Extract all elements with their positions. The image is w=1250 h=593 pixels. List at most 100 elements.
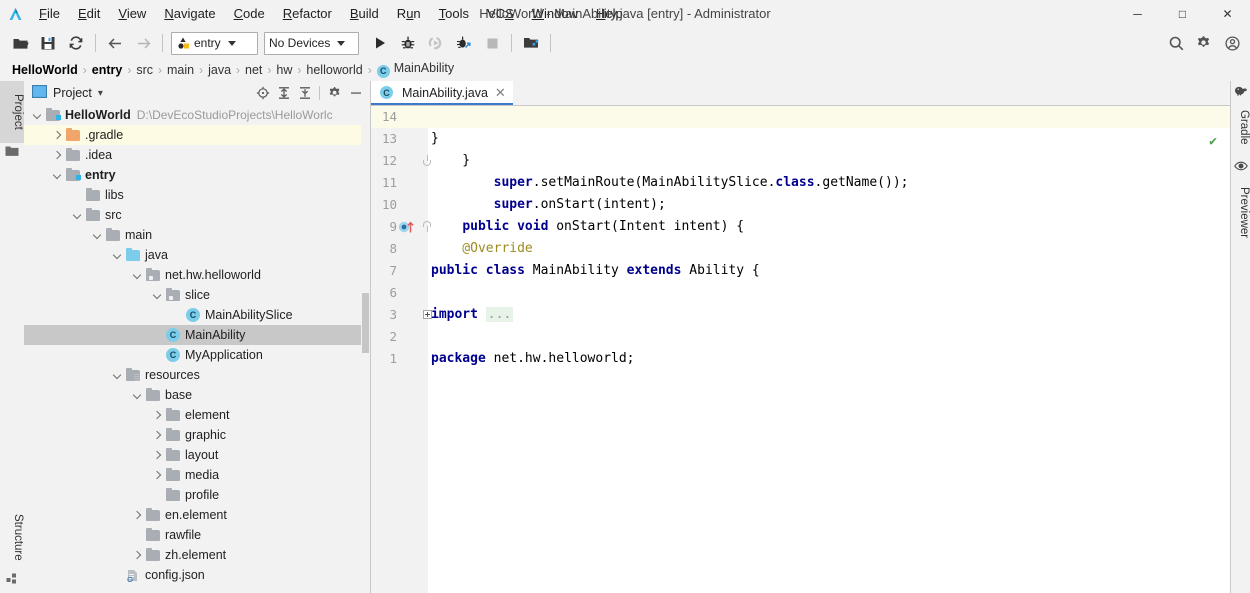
tree-row[interactable]: java bbox=[24, 245, 370, 265]
tree-row[interactable]: graphic bbox=[24, 425, 370, 445]
tree-row[interactable]: element bbox=[24, 405, 370, 425]
tree-expand-toggle-icon[interactable] bbox=[32, 110, 43, 121]
code-line[interactable]: 12 } bbox=[371, 150, 1231, 172]
chevron-down-icon[interactable]: ▾ bbox=[98, 88, 103, 99]
tree-row[interactable]: profile bbox=[24, 485, 370, 505]
breadcrumb-item-hw[interactable]: hw bbox=[276, 63, 292, 77]
tree-scrollbar[interactable] bbox=[361, 105, 370, 593]
menu-tools[interactable]: Tools bbox=[430, 0, 478, 28]
menu-edit[interactable]: Edit bbox=[69, 0, 109, 28]
tree-expand-toggle-icon[interactable] bbox=[132, 390, 143, 401]
tree-row[interactable]: C MainAbilitySlice bbox=[24, 305, 370, 325]
code-line[interactable]: 1 package net.hw.helloworld; bbox=[371, 348, 1231, 370]
minimize-button[interactable]: ─ bbox=[1115, 0, 1160, 28]
menu-file[interactable]: File bbox=[30, 0, 69, 28]
close-icon[interactable]: ✕ bbox=[495, 85, 506, 101]
tree-row[interactable]: libs bbox=[24, 185, 370, 205]
code-line[interactable]: 10 super.onStart(intent); bbox=[371, 194, 1231, 216]
tree-row[interactable]: .gradle bbox=[24, 125, 370, 145]
tree-row[interactable]: .idea bbox=[24, 145, 370, 165]
tree-expand-toggle-icon[interactable] bbox=[92, 230, 103, 241]
code-editor[interactable]: 14 13} 12 } 11 super.setMainRoute(MainAbili… bbox=[371, 106, 1231, 593]
menu-run[interactable]: Run bbox=[388, 0, 430, 28]
breadcrumb-item-net[interactable]: net bbox=[245, 63, 262, 77]
tree-row[interactable]: zh.element bbox=[24, 545, 370, 565]
project-structure-icon[interactable] bbox=[518, 30, 544, 56]
settings-gear-icon[interactable] bbox=[325, 84, 344, 103]
tree-scrollbar-thumb[interactable] bbox=[362, 293, 369, 353]
run-with-coverage-icon[interactable] bbox=[423, 30, 449, 56]
tree-expand-toggle-icon[interactable] bbox=[152, 290, 163, 301]
menu-navigate[interactable]: Navigate bbox=[155, 0, 224, 28]
code-line[interactable]: 2 bbox=[371, 326, 1231, 348]
tree-expand-toggle-icon[interactable] bbox=[152, 470, 163, 481]
breadcrumb-item-helloworld[interactable]: HelloWorld bbox=[12, 63, 78, 77]
tree-row[interactable]: HelloWorld D:\DevEcoStudioProjects\HelloW… bbox=[24, 105, 370, 125]
code-line[interactable]: 13} bbox=[371, 128, 1231, 150]
tree-row[interactable]: base bbox=[24, 385, 370, 405]
run-icon[interactable] bbox=[367, 30, 393, 56]
code-line[interactable]: 14 bbox=[371, 106, 1231, 128]
settings-gear-icon[interactable] bbox=[1191, 30, 1217, 56]
tree-row[interactable]: C MyApplication bbox=[24, 345, 370, 365]
tree-row[interactable]: en.element bbox=[24, 505, 370, 525]
inspection-status-icon[interactable]: ✔ bbox=[1209, 134, 1217, 149]
breadcrumb-item-src[interactable]: src bbox=[136, 63, 153, 77]
right-tab-gradle[interactable]: Gradle bbox=[1231, 101, 1250, 153]
collapse-all-icon[interactable] bbox=[295, 84, 314, 103]
tree-row[interactable]: net.hw.helloworld bbox=[24, 265, 370, 285]
maximize-button[interactable]: □ bbox=[1160, 0, 1205, 28]
close-button[interactable]: ✕ bbox=[1205, 0, 1250, 28]
tree-row[interactable]: config.json bbox=[24, 565, 370, 585]
sidebar-tab-project[interactable]: Project bbox=[0, 81, 24, 143]
menu-refactor[interactable]: Refactor bbox=[274, 0, 341, 28]
code-line[interactable]: 6 bbox=[371, 282, 1231, 304]
code-line[interactable]: 9 public void onStart(Intent intent) { bbox=[371, 216, 1231, 238]
override-method-gutter-icon[interactable] bbox=[398, 220, 422, 234]
save-icon[interactable] bbox=[35, 30, 61, 56]
tree-expand-toggle-icon[interactable] bbox=[112, 250, 123, 261]
tree-expand-toggle-icon[interactable] bbox=[112, 370, 123, 381]
menu-window[interactable]: Window bbox=[523, 0, 587, 28]
tree-row[interactable]: slice bbox=[24, 285, 370, 305]
tree-expand-toggle-icon[interactable] bbox=[52, 170, 63, 181]
breadcrumb-item-main[interactable]: main bbox=[167, 63, 194, 77]
tree-row[interactable]: rawfile bbox=[24, 525, 370, 545]
code-line[interactable]: 11 super.setMainRoute(MainAbilitySlice.c… bbox=[371, 172, 1231, 194]
tree-row[interactable]: resources bbox=[24, 365, 370, 385]
tree-expand-toggle-icon[interactable] bbox=[132, 550, 143, 561]
code-line[interactable]: 8 @Override bbox=[371, 238, 1231, 260]
attach-debugger-icon[interactable] bbox=[451, 30, 477, 56]
select-opened-file-icon[interactable] bbox=[253, 84, 272, 103]
search-icon[interactable] bbox=[1163, 30, 1189, 56]
tree-row[interactable]: src bbox=[24, 205, 370, 225]
open-folder-icon[interactable] bbox=[7, 30, 33, 56]
code-line[interactable]: 7 public class MainAbility extends Abilit… bbox=[371, 260, 1231, 282]
tree-expand-toggle-icon[interactable] bbox=[132, 510, 143, 521]
expand-all-icon[interactable] bbox=[274, 84, 293, 103]
account-icon[interactable] bbox=[1219, 30, 1245, 56]
right-tab-previewer[interactable]: Previewer bbox=[1231, 177, 1250, 249]
code-line[interactable]: 3 import ... bbox=[371, 304, 1231, 326]
tree-row[interactable]: media bbox=[24, 465, 370, 485]
tree-row[interactable]: layout bbox=[24, 445, 370, 465]
menu-build[interactable]: Build bbox=[341, 0, 388, 28]
tree-expand-toggle-icon[interactable] bbox=[152, 410, 163, 421]
hide-panel-icon[interactable] bbox=[346, 84, 365, 103]
back-arrow-icon[interactable] bbox=[102, 30, 128, 56]
menu-help[interactable]: Help bbox=[587, 0, 632, 28]
forward-arrow-icon[interactable] bbox=[130, 30, 156, 56]
debug-icon[interactable] bbox=[395, 30, 421, 56]
tree-row[interactable]: main bbox=[24, 225, 370, 245]
tree-expand-toggle-icon[interactable] bbox=[152, 430, 163, 441]
tree-row[interactable]: C MainAbility bbox=[24, 325, 370, 345]
device-select[interactable]: No Devices bbox=[264, 31, 359, 55]
menu-view[interactable]: View bbox=[109, 0, 155, 28]
menu-code[interactable]: Code bbox=[225, 0, 274, 28]
breadcrumb-item-java[interactable]: java bbox=[208, 63, 231, 77]
breadcrumb-item-mainability[interactable]: C MainAbility bbox=[376, 61, 454, 78]
tree-expand-toggle-icon[interactable] bbox=[52, 130, 63, 141]
tree-expand-toggle-icon[interactable] bbox=[72, 210, 83, 221]
stop-icon[interactable] bbox=[479, 30, 505, 56]
tree-expand-toggle-icon[interactable] bbox=[152, 450, 163, 461]
